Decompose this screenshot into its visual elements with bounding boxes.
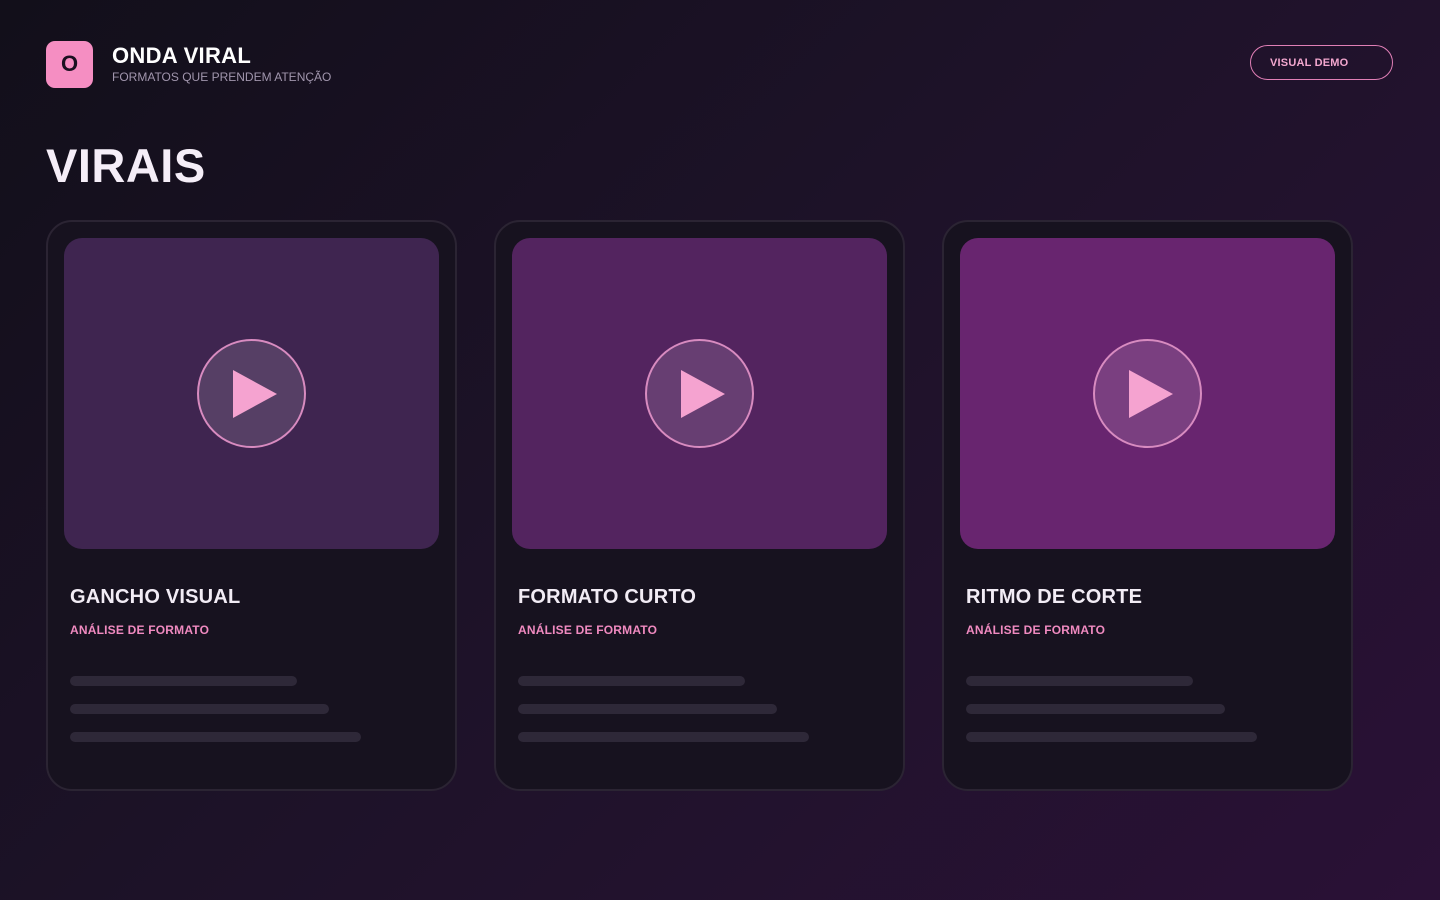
card-title: GANCHO VISUAL <box>70 586 241 608</box>
video-thumbnail[interactable] <box>960 238 1335 549</box>
placeholder-line <box>966 704 1225 714</box>
video-thumbnail[interactable] <box>512 238 887 549</box>
placeholder-line <box>70 732 361 742</box>
play-icon <box>1128 369 1173 418</box>
card-subtitle: ANÁLISE DE FORMATO <box>70 623 210 637</box>
play-button[interactable] <box>197 339 306 448</box>
play-button[interactable] <box>1093 339 1202 448</box>
placeholder-line <box>966 732 1257 742</box>
brand-logo: O <box>46 40 93 88</box>
play-icon <box>232 369 277 418</box>
video-card[interactable]: FORMATO CURTO ANÁLISE DE FORMATO <box>494 220 905 791</box>
brand-tagline: FORMATOS QUE PRENDEM ATENÇÃO <box>112 70 332 84</box>
visual-demo-button[interactable]: VISUAL DEMO <box>1250 45 1393 80</box>
card-title: FORMATO CURTO <box>518 586 697 608</box>
header: O ONDA VIRAL FORMATOS QUE PRENDEM ATENÇÃ… <box>46 40 1393 88</box>
play-icon <box>680 369 725 418</box>
card-subtitle: ANÁLISE DE FORMATO <box>518 623 658 637</box>
brand: O ONDA VIRAL FORMATOS QUE PRENDEM ATENÇÃ… <box>46 40 332 88</box>
placeholder-line <box>70 704 329 714</box>
video-card[interactable]: RITMO DE CORTE ANÁLISE DE FORMATO <box>942 220 1353 791</box>
placeholder-line <box>966 676 1193 686</box>
page-title: VIRAIS <box>46 139 206 192</box>
placeholder-line <box>518 732 809 742</box>
video-card[interactable]: GANCHO VISUAL ANÁLISE DE FORMATO <box>46 220 457 791</box>
video-thumbnail[interactable] <box>64 238 439 549</box>
placeholder-line <box>70 676 297 686</box>
brand-name: ONDA VIRAL <box>112 43 252 68</box>
card-subtitle: ANÁLISE DE FORMATO <box>966 623 1106 637</box>
play-button[interactable] <box>645 339 754 448</box>
placeholder-line <box>518 676 745 686</box>
card-title: RITMO DE CORTE <box>966 586 1143 608</box>
brand-text: ONDA VIRAL FORMATOS QUE PRENDEM ATENÇÃO <box>112 43 332 85</box>
placeholder-line <box>518 704 777 714</box>
